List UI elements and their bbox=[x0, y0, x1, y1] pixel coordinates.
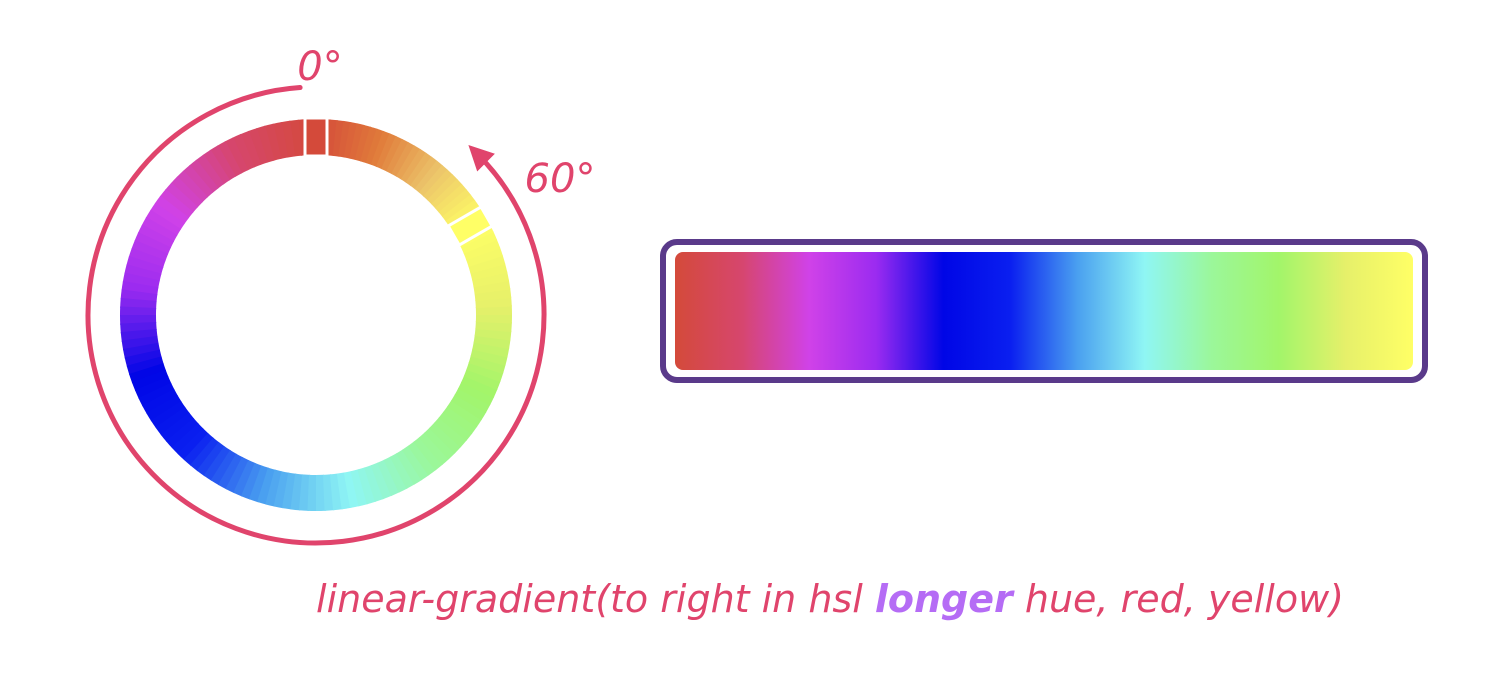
start-hue-marker bbox=[303, 116, 329, 158]
caption-suffix: hue, red, yellow) bbox=[1013, 577, 1344, 621]
hue-wheel bbox=[120, 119, 512, 511]
hue-wheel-segment bbox=[120, 306, 157, 317]
caption-prefix: linear-gradient(to right in hsl bbox=[316, 577, 875, 621]
gradient-bar bbox=[675, 252, 1413, 370]
gradient-diagram: 0° 60° linear-gradient(to right in hsl l… bbox=[85, 44, 1428, 621]
css-caption: linear-gradient(to right in hsl longer h… bbox=[316, 577, 1344, 621]
hue-wheel-segment bbox=[307, 474, 318, 511]
end-hue-label: 60° bbox=[525, 156, 596, 202]
hue-wheel-segment bbox=[475, 313, 512, 324]
caption-keyword: longer bbox=[875, 577, 1015, 621]
start-hue-label: 0° bbox=[297, 44, 342, 90]
